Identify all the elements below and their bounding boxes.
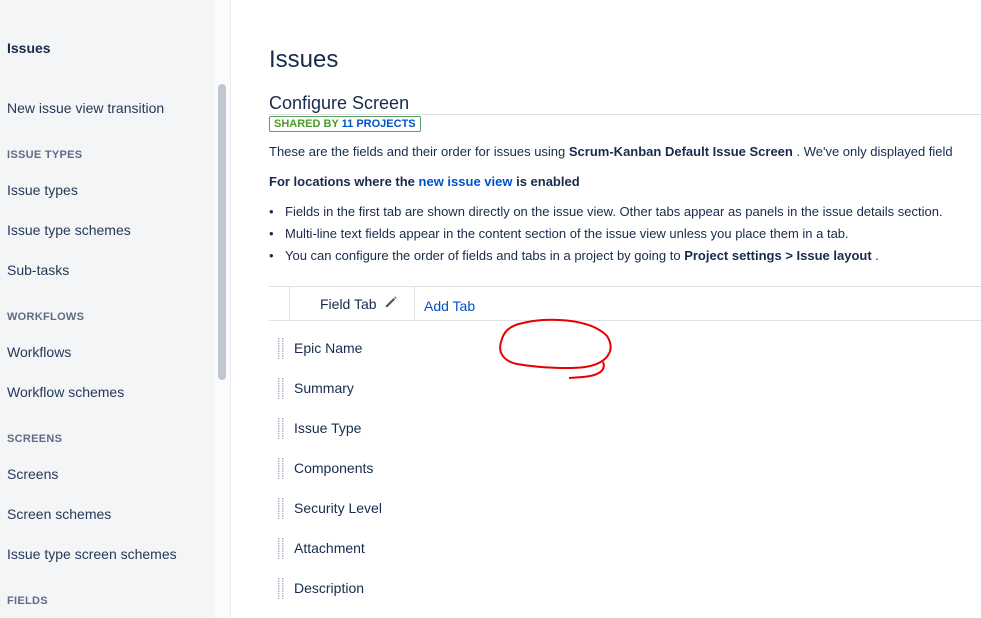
pencil-icon[interactable] xyxy=(384,295,398,309)
sidebar: Issues New issue view transition ISSUE T… xyxy=(0,0,231,618)
description-prefix: These are the fields and their order for… xyxy=(269,144,569,159)
field-row[interactable]: Epic Name xyxy=(269,337,669,367)
field-label: Summary xyxy=(294,380,354,396)
bullet-tail: . xyxy=(871,248,879,263)
screen-name: Scrum-Kanban Default Issue Screen xyxy=(568,144,793,159)
bullet-text: Fields in the first tab are shown direct… xyxy=(285,204,943,219)
bullet-item: • You can configure the order of fields a… xyxy=(269,248,879,263)
drag-handle-icon[interactable] xyxy=(277,377,285,399)
bullet-text: Multi-line text fields appear in the con… xyxy=(285,226,849,241)
sidebar-item-issue-type-schemes[interactable]: Issue type schemes xyxy=(7,222,131,238)
shared-projects-link[interactable]: 11 PROJECTS xyxy=(342,118,416,130)
shared-by-badge: SHARED BY 11 PROJECTS xyxy=(269,116,421,132)
sidebar-heading-fields: FIELDS xyxy=(7,595,48,607)
drag-handle-icon[interactable] xyxy=(277,537,285,559)
new-issue-view-link[interactable]: new issue view xyxy=(419,174,513,189)
drag-handle-icon[interactable] xyxy=(277,577,285,599)
add-tab-link[interactable]: Add Tab xyxy=(424,298,475,314)
sidebar-item-issue-type-screen-schemes[interactable]: Issue type screen schemes xyxy=(7,546,177,562)
sidebar-heading-screens: SCREENS xyxy=(7,433,63,445)
sidebar-item-workflow-schemes[interactable]: Workflow schemes xyxy=(7,384,124,400)
field-row[interactable]: Security Level xyxy=(269,497,669,527)
title-divider xyxy=(269,114,981,115)
sidebar-title: Issues xyxy=(7,40,51,56)
field-row[interactable]: Attachment xyxy=(269,537,669,567)
drag-handle-icon[interactable] xyxy=(277,457,285,479)
sidebar-item-issue-types[interactable]: Issue types xyxy=(7,182,78,198)
field-tab-label: Field Tab xyxy=(320,296,377,312)
sidebar-item-screen-schemes[interactable]: Screen schemes xyxy=(7,506,111,522)
issue-layout-path: Project settings > Issue layout xyxy=(684,248,872,263)
main-content: Issues Configure Screen SHARED BY 11 PRO… xyxy=(231,0,981,618)
page-title: Issues xyxy=(269,46,339,73)
locations-suffix: is enabled xyxy=(512,174,580,189)
tab-field-tab[interactable]: Field Tab xyxy=(289,287,415,320)
sidebar-heading-issue-types: ISSUE TYPES xyxy=(7,149,83,161)
field-label: Attachment xyxy=(294,540,365,556)
locations-heading: For locations where the new issue view i… xyxy=(269,174,580,189)
field-label: Epic Name xyxy=(294,340,363,356)
field-label: Components xyxy=(294,460,374,476)
sidebar-heading-workflows: WORKFLOWS xyxy=(7,311,85,323)
drag-handle-icon[interactable] xyxy=(277,337,285,359)
field-row[interactable]: Description xyxy=(269,577,669,607)
configure-screen-title: Configure Screen xyxy=(269,93,410,113)
bullet-item: • Fields in the first tab are shown direc… xyxy=(269,204,943,219)
sidebar-item-workflows[interactable]: Workflows xyxy=(7,344,71,360)
field-label: Security Level xyxy=(294,500,382,516)
screen-description: These are the fields and their order for… xyxy=(269,144,953,159)
field-row[interactable]: Summary xyxy=(269,377,669,407)
shared-badge-prefix: SHARED BY xyxy=(274,118,339,130)
sidebar-item-screens[interactable]: Screens xyxy=(7,466,58,482)
drag-handle-icon[interactable] xyxy=(277,497,285,519)
field-row[interactable]: Components xyxy=(269,457,669,487)
bullet-item: • Multi-line text fields appear in the co… xyxy=(269,226,849,241)
field-label: Description xyxy=(294,580,365,596)
field-row[interactable]: Issue Type xyxy=(269,417,669,447)
sidebar-item-sub-tasks[interactable]: Sub-tasks xyxy=(7,262,69,278)
bullet-text: You can configure the order of fields an… xyxy=(285,248,685,263)
description-suffix: . We've only displayed field xyxy=(792,144,953,159)
drag-handle-icon[interactable] xyxy=(277,417,285,439)
field-label: Issue Type xyxy=(294,420,362,436)
locations-prefix: For locations where the xyxy=(269,174,419,189)
sidebar-scrollbar-thumb[interactable] xyxy=(218,84,226,380)
sidebar-item-new-issue-view-transition[interactable]: New issue view transition xyxy=(7,100,164,116)
